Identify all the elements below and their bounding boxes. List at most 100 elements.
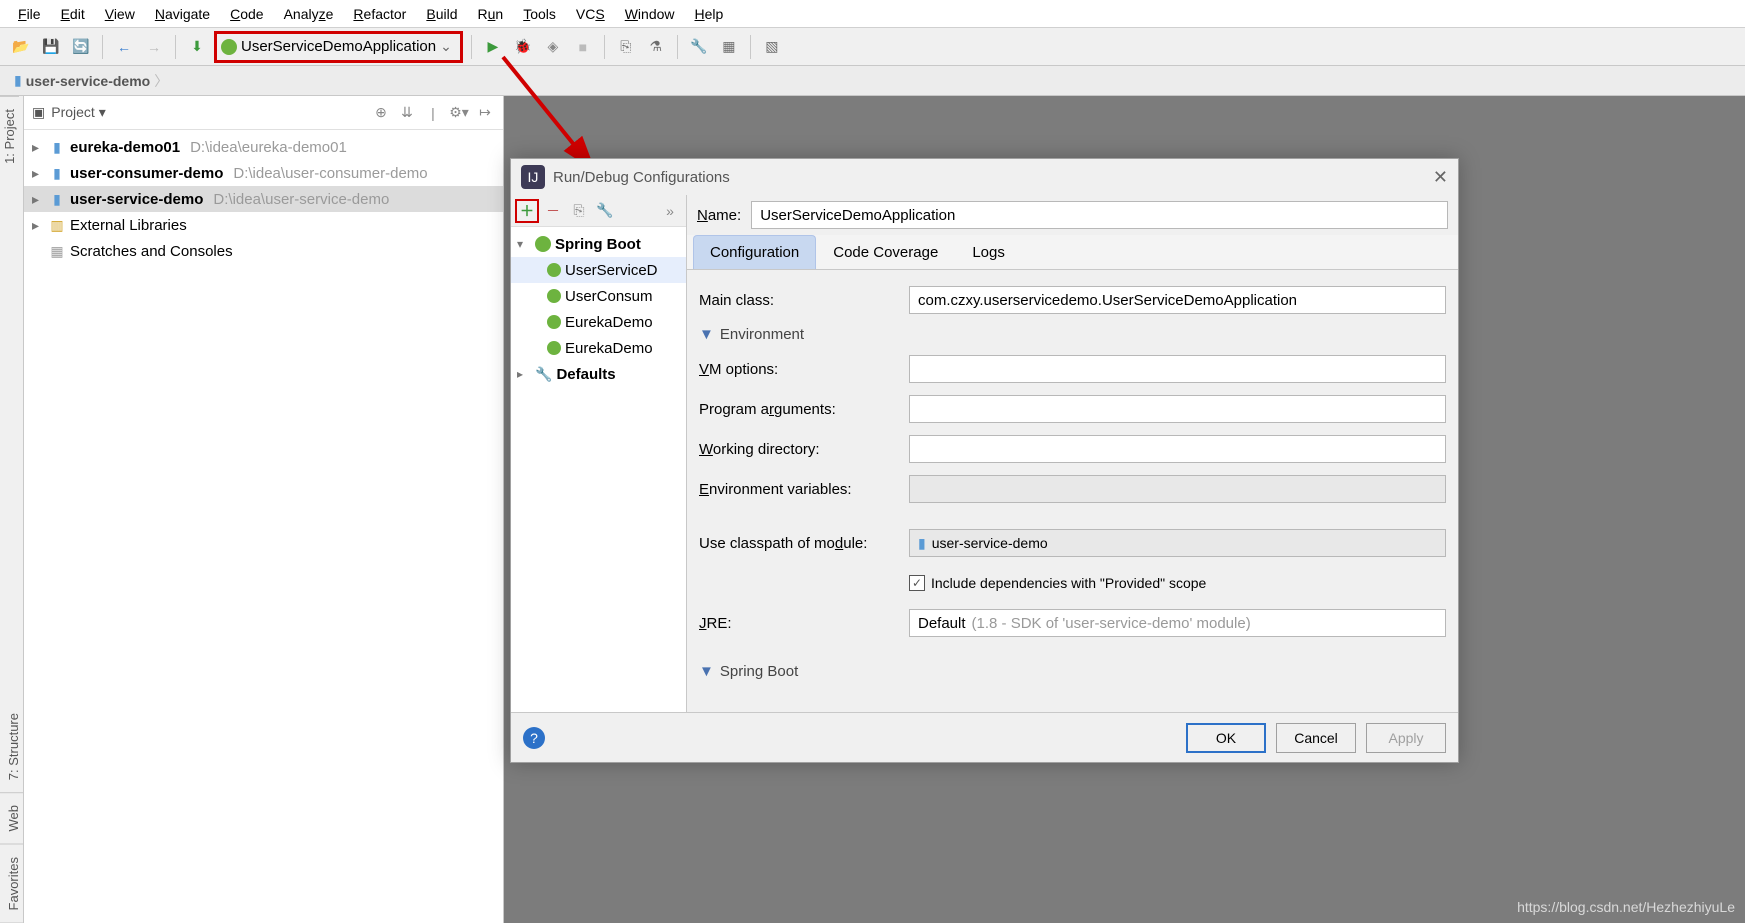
forward-icon[interactable]: →: [141, 34, 167, 60]
menu-navigate[interactable]: Navigate: [145, 3, 220, 25]
project-panel: ▣ Project ▾ ⊕ ⇊ | ⚙▾ ↦ ▸ ▮ eureka-demo01…: [24, 96, 504, 923]
tree-node-scratches[interactable]: ▦ Scratches and Consoles: [24, 238, 503, 264]
debug-icon[interactable]: 🐞: [510, 34, 536, 60]
open-icon[interactable]: 📂: [8, 34, 34, 60]
config-name-input[interactable]: [751, 201, 1448, 229]
tab-logs[interactable]: Logs: [955, 235, 1022, 269]
env-vars-input[interactable]: [909, 475, 1446, 503]
project-structure-icon[interactable]: ▦: [716, 34, 742, 60]
attach-icon[interactable]: ⎘: [613, 34, 639, 60]
main-class-input[interactable]: [909, 286, 1446, 314]
tree-defaults[interactable]: ▸ 🔧 Defaults: [511, 361, 686, 387]
coverage-icon[interactable]: ◈: [540, 34, 566, 60]
classpath-module-select[interactable]: ▮ user-service-demo: [909, 529, 1446, 557]
run-config-selector[interactable]: UserServiceDemoApplication ⌄: [214, 31, 463, 63]
project-panel-title[interactable]: Project ▾: [51, 104, 106, 121]
hide-icon[interactable]: ↦: [475, 104, 495, 121]
tree-item-eureka-2[interactable]: EurekaDemo: [511, 335, 686, 361]
springboot-section[interactable]: ▼ Spring Boot: [699, 663, 1446, 680]
close-icon[interactable]: ✕: [1433, 167, 1448, 188]
tab-code-coverage[interactable]: Code Coverage: [816, 235, 955, 269]
tree-item-user-service[interactable]: UserServiceD: [511, 257, 686, 283]
tree-node-user-service-demo[interactable]: ▸ ▮ user-service-demo D:\idea\user-servi…: [24, 186, 503, 212]
run-config-label: UserServiceDemoApplication: [241, 38, 436, 55]
update-down-icon[interactable]: ⬇: [184, 34, 210, 60]
config-list-panel: ＋ － ⎘ 🔧 » ▾ Spring Boot UserServiceD: [511, 195, 687, 712]
copy-config-button[interactable]: ⎘: [567, 199, 591, 223]
triangle-down-icon: ▼: [699, 663, 714, 680]
menu-vcs[interactable]: VCS: [566, 3, 615, 25]
collapse-arrow-icon[interactable]: ▾: [517, 237, 531, 251]
sdk-icon[interactable]: ▧: [759, 34, 785, 60]
save-icon[interactable]: 💾: [38, 34, 64, 60]
dialog-title: Run/Debug Configurations: [553, 169, 730, 186]
tree-item-user-consumer[interactable]: UserConsum: [511, 283, 686, 309]
edit-defaults-button[interactable]: 🔧: [593, 199, 617, 223]
vm-options-input[interactable]: [909, 355, 1446, 383]
folder-icon: ▮: [14, 72, 22, 89]
separator: [750, 35, 751, 59]
classpath-value: user-service-demo: [932, 535, 1048, 551]
run-icon[interactable]: ▶: [480, 34, 506, 60]
remove-config-button[interactable]: －: [541, 199, 565, 223]
ok-button[interactable]: OK: [1186, 723, 1266, 753]
tree-node-eureka-demo01[interactable]: ▸ ▮ eureka-demo01 D:\idea\eureka-demo01: [24, 134, 503, 160]
project-view-icon: ▣: [32, 104, 45, 121]
sync-icon[interactable]: 🔄: [68, 34, 94, 60]
stop-icon[interactable]: ■: [570, 34, 596, 60]
tab-web[interactable]: Web: [0, 793, 23, 845]
program-args-input[interactable]: [909, 395, 1446, 423]
chevron-down-icon: ⌄: [440, 38, 452, 55]
menu-file[interactable]: File: [8, 3, 51, 25]
tree-node-external-libraries[interactable]: ▸ ▥ External Libraries: [24, 212, 503, 238]
tree-node-user-consumer-demo[interactable]: ▸ ▮ user-consumer-demo D:\idea\user-cons…: [24, 160, 503, 186]
section-label: Spring Boot: [720, 663, 798, 680]
include-provided-checkbox[interactable]: ✓ Include dependencies with "Provided" s…: [909, 575, 1206, 591]
cancel-button[interactable]: Cancel: [1276, 723, 1356, 753]
name-label: Name:: [697, 207, 741, 224]
menu-view[interactable]: View: [95, 3, 145, 25]
vm-options-label: VM options:: [699, 361, 899, 378]
collapse-icon[interactable]: ⇊: [397, 104, 417, 121]
tab-structure[interactable]: 7: Structure: [0, 701, 23, 793]
more-icon[interactable]: »: [658, 199, 682, 223]
menu-build[interactable]: Build: [416, 3, 467, 25]
menu-edit[interactable]: Edit: [51, 3, 95, 25]
jre-select[interactable]: Default (1.8 - SDK of 'user-service-demo…: [909, 609, 1446, 637]
menu-bar: File Edit View Navigate Code Analyze Ref…: [0, 0, 1745, 28]
menu-analyze[interactable]: Analyze: [274, 3, 344, 25]
intellij-icon: IJ: [521, 165, 545, 189]
tree-label: user-service-demo: [70, 191, 203, 208]
config-detail-panel: Name: Configuration Code Coverage Logs M…: [687, 195, 1458, 712]
menu-help[interactable]: Help: [685, 3, 734, 25]
expand-arrow-icon[interactable]: ▸: [32, 217, 44, 234]
menu-tools[interactable]: Tools: [513, 3, 566, 25]
expand-arrow-icon[interactable]: ▸: [32, 191, 44, 208]
separator: [175, 35, 176, 59]
tree-spring-boot[interactable]: ▾ Spring Boot: [511, 231, 686, 257]
expand-arrow-icon[interactable]: ▸: [32, 165, 44, 182]
add-config-button[interactable]: ＋: [515, 199, 539, 223]
menu-code[interactable]: Code: [220, 3, 273, 25]
expand-arrow-icon[interactable]: ▸: [32, 139, 44, 156]
wrench-icon: 🔧: [535, 366, 552, 383]
tree-item-eureka-1[interactable]: EurekaDemo: [511, 309, 686, 335]
menu-refactor[interactable]: Refactor: [343, 3, 416, 25]
breadcrumb[interactable]: ▮ user-service-demo 〉: [8, 69, 174, 93]
tab-project[interactable]: 1: Project: [0, 96, 19, 176]
back-icon[interactable]: ←: [111, 34, 137, 60]
tree-label: user-consumer-demo: [70, 165, 223, 182]
tab-configuration[interactable]: Configuration: [693, 235, 816, 269]
expand-arrow-icon[interactable]: ▸: [517, 367, 531, 381]
gear-icon[interactable]: ⚙▾: [449, 104, 469, 121]
target-icon[interactable]: ⊕: [371, 104, 391, 121]
tab-favorites[interactable]: Favorites: [0, 845, 23, 923]
menu-window[interactable]: Window: [615, 3, 685, 25]
dialog-title-bar[interactable]: IJ Run/Debug Configurations ✕: [511, 159, 1458, 195]
working-dir-input[interactable]: [909, 435, 1446, 463]
menu-run[interactable]: Run: [468, 3, 514, 25]
environment-section[interactable]: ▼ Environment: [699, 326, 1446, 343]
settings-icon[interactable]: 🔧: [686, 34, 712, 60]
profile-icon[interactable]: ⚗: [643, 34, 669, 60]
help-icon[interactable]: ?: [523, 727, 545, 749]
